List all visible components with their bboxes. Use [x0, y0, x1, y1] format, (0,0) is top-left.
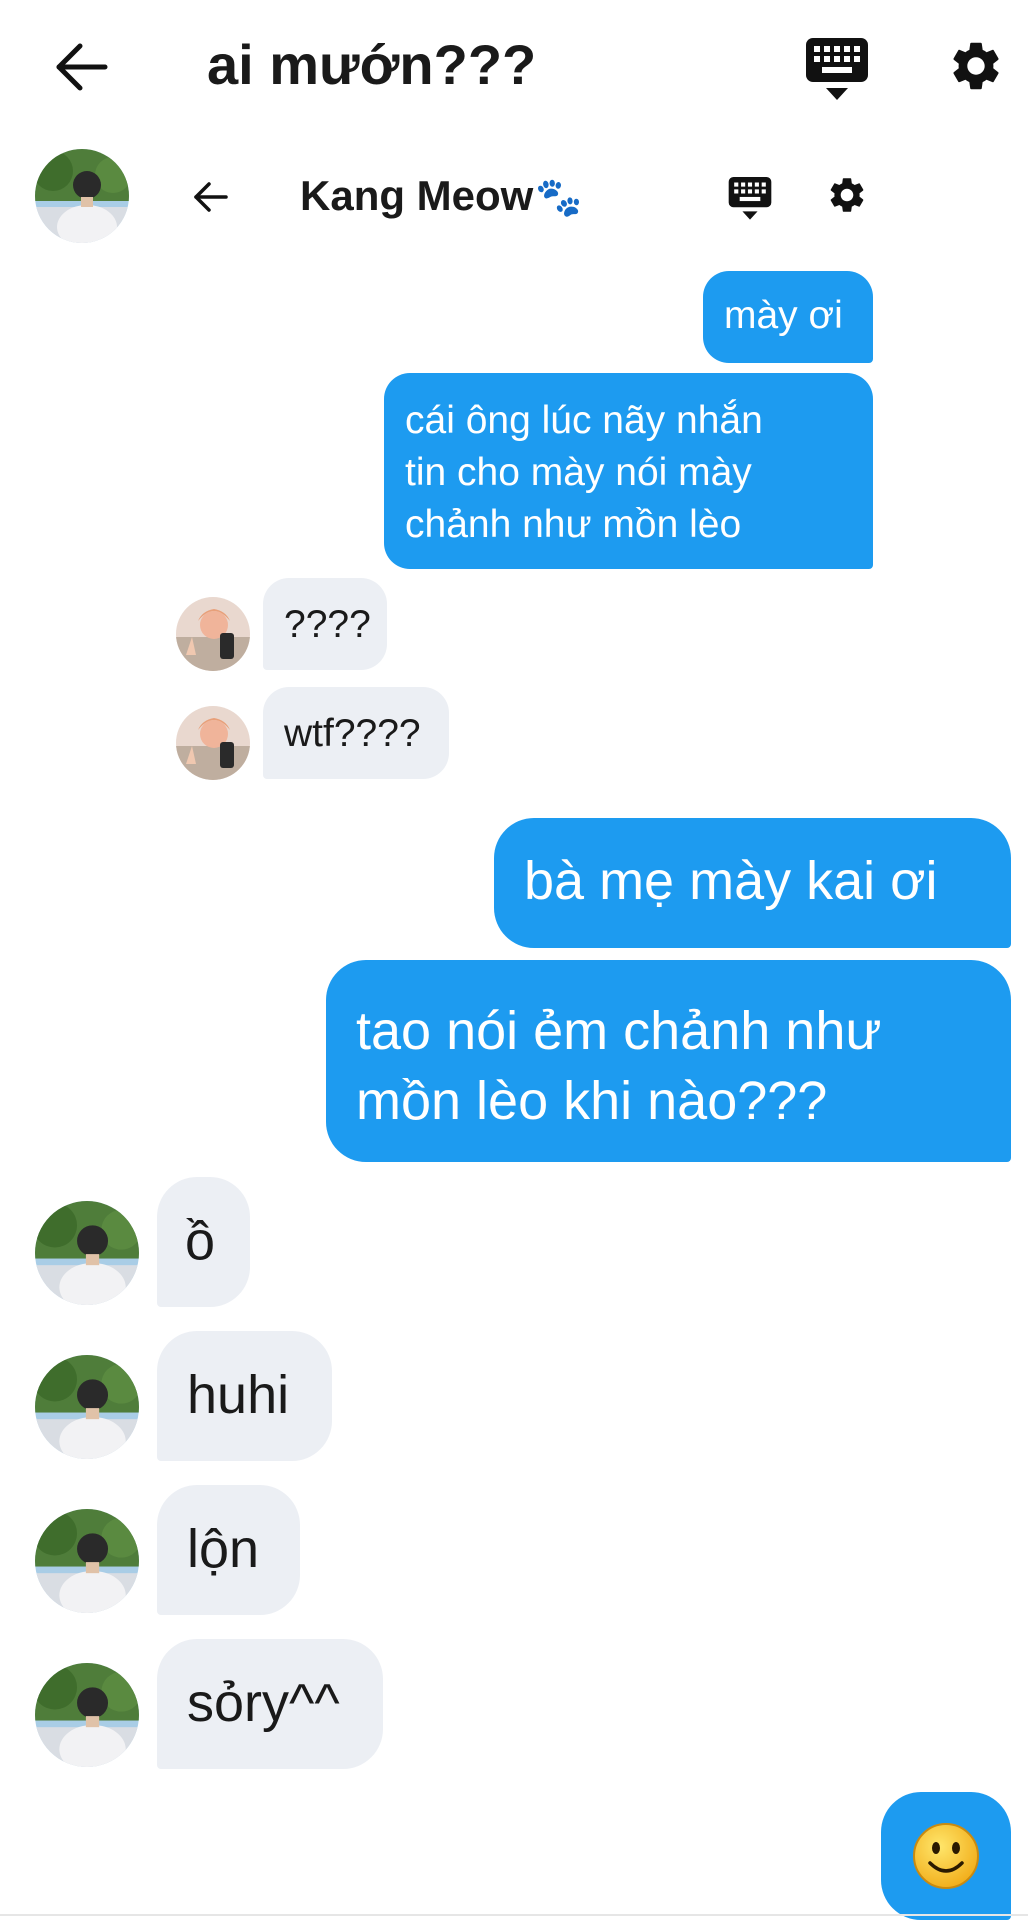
avatar[interactable] [35, 1201, 139, 1305]
avatar[interactable] [35, 1663, 139, 1767]
emoji-button[interactable] [881, 1792, 1011, 1920]
message-bubble: bà mẹ mày kai ơi [494, 818, 1011, 948]
chat-back-arrow-icon[interactable] [193, 181, 229, 213]
message-bubble: sỏry^^ [157, 1639, 383, 1769]
avatar[interactable] [35, 1509, 139, 1613]
contact-name-text: Kang Meow [300, 172, 534, 219]
settings-gear-icon[interactable] [947, 37, 1005, 95]
avatar[interactable] [35, 1355, 139, 1459]
message-bubble: cái ông lúc nãy nhắn tin cho mày nói mày… [384, 373, 873, 569]
message-bubble: ồ [157, 1177, 250, 1307]
avatar[interactable] [35, 149, 129, 243]
keyboard-icon[interactable] [806, 38, 868, 102]
chat-contact-name: Kang Meow🐾 [300, 170, 583, 223]
small-avatar[interactable] [176, 706, 250, 780]
chat-keyboard-icon[interactable] [728, 177, 772, 221]
smiley-icon [911, 1821, 981, 1891]
message-bubble: mày ơi [703, 271, 873, 363]
chat-settings-gear-icon[interactable] [826, 174, 868, 216]
paw-emoji: 🐾 [535, 175, 583, 219]
small-avatar[interactable] [176, 597, 250, 671]
page-title: ai mướn??? [207, 33, 537, 96]
message-bubble: tao nói ẻm chảnh như mồn lèo khi nào??? [326, 960, 1011, 1162]
message-bubble: wtf???? [263, 687, 449, 779]
message-bubble: lộn [157, 1485, 300, 1615]
back-arrow-icon[interactable] [55, 42, 109, 92]
message-bubble: ???? [263, 578, 387, 670]
divider [0, 1914, 1028, 1916]
message-bubble: huhi [157, 1331, 332, 1461]
